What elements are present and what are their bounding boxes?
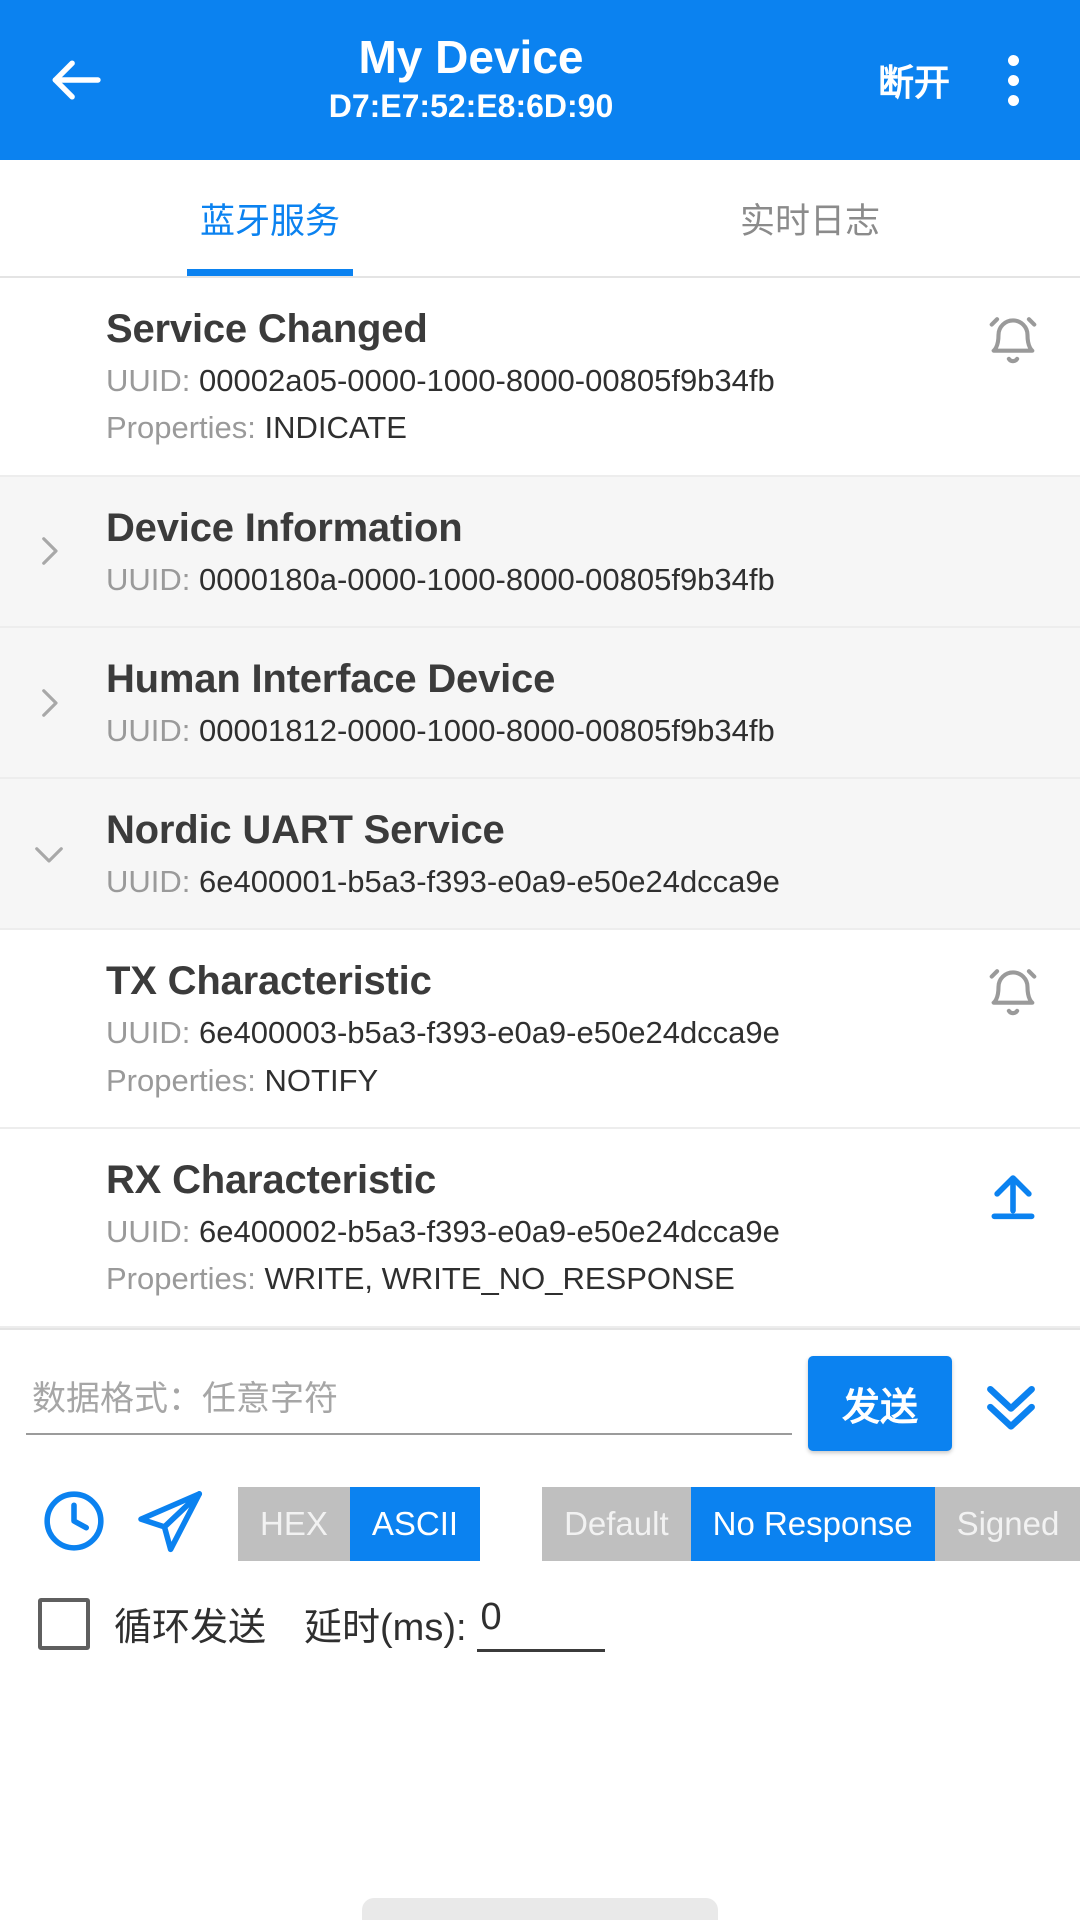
chevron-down-icon	[28, 833, 70, 875]
notify-toggle-button[interactable]	[976, 304, 1050, 378]
props-value: NOTIFY	[264, 1062, 379, 1098]
title-block: My Device D7:E7:52:E8:6D:90	[114, 32, 868, 127]
tab-bar: 蓝牙服务 实时日志	[0, 160, 1080, 278]
uuid-label: UUID:	[106, 1015, 191, 1051]
data-input[interactable]	[32, 1379, 786, 1419]
format-segmented-control: HEX ASCII	[238, 1486, 481, 1561]
uuid-label: UUID:	[106, 864, 191, 900]
send-bar: 发送	[0, 1327, 1080, 1454]
app-bar: My Device D7:E7:52:E8:6D:90 断开	[0, 0, 1080, 160]
item-uuid-line: UUID: 6e400002-b5a3-f393-e0a9-e50e24dcca…	[106, 1212, 1046, 1252]
more-vertical-icon-dot	[1007, 74, 1019, 86]
item-name: Service Changed	[106, 307, 428, 351]
loop-send-label: 循环发送	[114, 1607, 267, 1650]
tab-label: 实时日志	[739, 201, 880, 241]
props-value: WRITE, WRITE_NO_RESPONSE	[264, 1261, 735, 1297]
arrow-left-icon	[45, 49, 107, 111]
item-uuid-line: UUID: 6e400003-b5a3-f393-e0a9-e50e24dcca…	[106, 1013, 1046, 1053]
navigation-hint-bar	[362, 1898, 718, 1920]
tab-label: 蓝牙服务	[199, 201, 340, 241]
back-button[interactable]	[28, 32, 124, 128]
props-label: Properties:	[106, 410, 256, 446]
segment-ascii[interactable]: ASCII	[349, 1486, 481, 1561]
expand-toggle[interactable]	[22, 676, 76, 730]
list-item[interactable]: TX Characteristic UUID: 6e400003-b5a3-f3…	[0, 930, 1080, 1130]
paper-plane-icon	[133, 1484, 207, 1563]
collapse-toggle[interactable]	[22, 827, 76, 881]
expand-toggle[interactable]	[22, 524, 76, 578]
chevron-double-down-icon	[978, 1370, 1044, 1441]
upload-arrow-icon	[985, 1164, 1041, 1220]
props-label: Properties:	[106, 1062, 256, 1098]
clock-icon	[39, 1486, 109, 1561]
notify-toggle-button[interactable]	[976, 956, 1050, 1030]
expand-panel-button[interactable]	[968, 1358, 1054, 1454]
tab-realtime-log[interactable]: 实时日志	[540, 160, 1080, 276]
item-uuid-line: UUID: 00002a05-0000-1000-8000-00805f9b34…	[106, 361, 1046, 401]
data-input-wrapper	[26, 1366, 792, 1435]
uuid-label: UUID:	[106, 561, 191, 597]
props-value: INDICATE	[264, 410, 407, 446]
options-row: HEX ASCII Default No Response Signed	[0, 1454, 1080, 1572]
list-item[interactable]: Human Interface Device UUID: 00001812-00…	[0, 627, 1080, 780]
list-item[interactable]: RX Characteristic UUID: 6e400002-b5a3-f3…	[0, 1129, 1080, 1328]
service-list: Service Changed UUID: 00002a05-0000-1000…	[0, 278, 1080, 1328]
item-props-line: Properties: INDICATE	[106, 408, 1046, 448]
list-item[interactable]: Device Information UUID: 0000180a-0000-1…	[0, 476, 1080, 628]
segment-hex[interactable]: HEX	[238, 1486, 350, 1561]
chevron-right-icon	[28, 530, 70, 572]
item-uuid-line: UUID: 6e400001-b5a3-f393-e0a9-e50e24dcca…	[106, 862, 1046, 902]
delay-input[interactable]	[480, 1595, 601, 1639]
disconnect-button[interactable]: 断开	[868, 36, 960, 124]
write-type-segmented-control: Default No Response Signed	[542, 1486, 1080, 1561]
item-uuid-line: UUID: 00001812-0000-1000-8000-00805f9b34…	[106, 711, 1046, 751]
item-props-line: Properties: WRITE, WRITE_NO_RESPONSE	[106, 1259, 1046, 1299]
page-title: My Device	[358, 31, 584, 84]
list-item[interactable]: Nordic UART Service UUID: 6e400001-b5a3-…	[0, 779, 1080, 931]
loop-send-checkbox[interactable]	[38, 1597, 90, 1650]
uuid-label: UUID:	[106, 712, 191, 748]
quick-send-button[interactable]	[122, 1476, 218, 1572]
overflow-menu-button[interactable]	[974, 32, 1052, 128]
item-name: Human Interface Device	[106, 656, 556, 701]
segment-default[interactable]: Default	[542, 1486, 691, 1561]
uuid-value: 0000180a-0000-1000-8000-00805f9b34fb	[199, 561, 775, 597]
send-button[interactable]: 发送	[807, 1355, 952, 1451]
item-name: Device Information	[106, 505, 463, 550]
delay-input-wrapper	[476, 1595, 605, 1652]
uuid-value: 00002a05-0000-1000-8000-00805f9b34fb	[199, 363, 775, 398]
loop-send-row: 循环发送 延时(ms):	[0, 1572, 1080, 1652]
uuid-label: UUID:	[106, 1214, 191, 1250]
bell-notify-icon	[984, 312, 1042, 370]
list-item[interactable]: Service Changed UUID: 00002a05-0000-1000…	[0, 278, 1080, 477]
item-props-line: Properties: NOTIFY	[106, 1061, 1046, 1101]
segment-no-response[interactable]: No Response	[690, 1486, 935, 1561]
item-name: TX Characteristic	[106, 959, 432, 1004]
write-button[interactable]	[976, 1155, 1050, 1229]
segment-signed[interactable]: Signed	[934, 1486, 1080, 1561]
tab-bluetooth-services[interactable]: 蓝牙服务	[0, 160, 540, 276]
uuid-value: 00001812-0000-1000-8000-00805f9b34fb	[199, 712, 775, 748]
delay-label: 延时(ms):	[304, 1607, 467, 1650]
item-uuid-line: UUID: 0000180a-0000-1000-8000-00805f9b34…	[106, 560, 1046, 600]
chevron-right-icon	[28, 682, 70, 724]
uuid-value: 6e400001-b5a3-f393-e0a9-e50e24dcca9e	[199, 864, 780, 900]
bell-notify-icon	[984, 964, 1042, 1022]
history-button[interactable]	[26, 1476, 122, 1572]
item-name: RX Characteristic	[106, 1158, 437, 1203]
uuid-value: 6e400003-b5a3-f393-e0a9-e50e24dcca9e	[199, 1015, 780, 1051]
item-name: Nordic UART Service	[106, 808, 505, 853]
device-address: D7:E7:52:E8:6D:90	[328, 87, 614, 124]
props-label: Properties:	[106, 1261, 256, 1297]
uuid-value: 6e400002-b5a3-f393-e0a9-e50e24dcca9e	[199, 1214, 780, 1250]
uuid-label: UUID:	[106, 363, 191, 398]
more-vertical-icon-dot	[1007, 54, 1019, 66]
more-vertical-icon-dot	[1007, 94, 1019, 106]
